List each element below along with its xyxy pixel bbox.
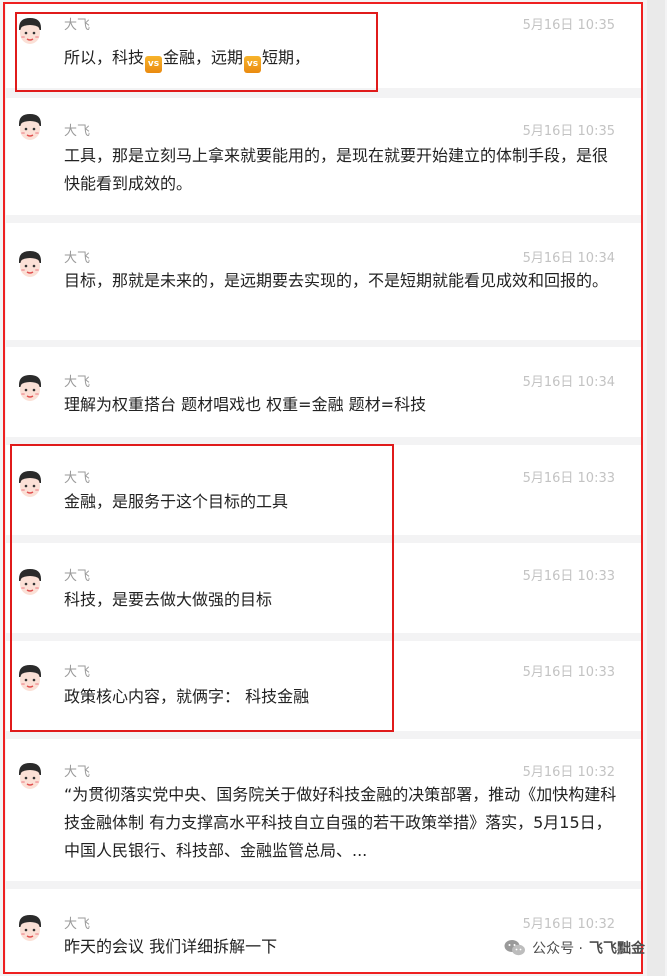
vs-badge-icon: vs [244,56,262,73]
avatar [19,375,41,401]
message-time: 5月16日 10:33 [522,665,615,680]
message-text: 目标，那就是未来的，是远期要去实现的，不是短期就能看见成效和回报的。 [64,271,609,290]
avatar [19,665,41,691]
message-time: 5月16日 10:34 [522,375,615,390]
message-text: 所以，科技 vs 金融，远期 vs 短期， [64,44,619,73]
sender-name: 大飞 [64,124,91,139]
avatar [19,18,41,44]
wechat-icon [504,940,526,956]
text-part: 金融，远期 [163,48,244,67]
message-item[interactable]: 大飞 5月16日 10:33 政策核心内容，就俩字： 科技金融 [6,641,643,731]
avatar [19,251,41,277]
message-item[interactable]: 大飞 5月16日 10:34 理解为权重搭台 题材唱戏也 权重=金融 题材=科技 [6,347,643,437]
message-item[interactable]: 大飞 5月16日 10:33 金融，是服务于这个目标的工具 [6,445,643,535]
sender-name: 大飞 [64,665,91,680]
message-item[interactable]: 大飞 5月16日 10:35 所以，科技 vs 金融，远期 vs 短期， [6,2,643,88]
message-item[interactable]: 大飞 5月16日 10:32 “为贯彻落实党中央、国务院关于做好科技金融的决策部… [6,739,643,881]
sender-name: 大飞 [64,569,91,584]
sender-name: 大飞 [64,765,91,780]
message-text: 理解为权重搭台 题材唱戏也 权重=金融 题材=科技 [64,395,427,414]
sender-name: 大飞 [64,917,91,932]
message-text: 科技，是要去做大做强的目标 [64,590,273,609]
text-part: 所以，科技 [64,48,145,67]
message-item[interactable]: 大飞 5月16日 10:35 工具，那是立刻马上拿来就要能用的，是现在就要开始建… [6,98,643,215]
text-part: 短期， [262,48,311,67]
message-text: 工具，那是立刻马上拿来就要能用的，是现在就要开始建立的体制手段，是很快能看到成效… [64,146,609,193]
watermark-prefix: 公众号 · [532,941,583,957]
avatar [19,569,41,595]
avatar [19,763,41,789]
message-text: 金融，是服务于这个目标的工具 [64,492,289,511]
vs-badge-icon: vs [145,56,163,73]
message-time: 5月16日 10:32 [522,765,615,780]
message-item[interactable]: 大飞 5月16日 10:33 科技，是要去做大做强的目标 [6,543,643,633]
message-time: 5月16日 10:33 [522,569,615,584]
watermark: 公众号 · 飞飞黜金 [504,938,645,958]
message-time: 5月16日 10:32 [522,917,615,932]
message-text: “为贯彻落实党中央、国务院关于做好科技金融的决策部署，推动《加快构建科技金融体制… [64,785,617,860]
sender-name: 大飞 [64,18,91,33]
message-time: 5月16日 10:34 [522,251,615,266]
avatar [19,915,41,941]
message-text: 政策核心内容，就俩字： 科技金融 [64,687,310,706]
message-time: 5月16日 10:35 [522,124,615,139]
scrollbar[interactable] [647,0,665,976]
message-time: 5月16日 10:35 [522,18,615,33]
watermark-account-name: 飞飞黜金 [589,941,645,957]
avatar [19,114,41,140]
sender-name: 大飞 [64,375,91,390]
avatar [19,471,41,497]
message-item[interactable]: 大飞 5月16日 10:32 昨天的会议 我们详细拆解一下 [6,889,643,974]
sender-name: 大飞 [64,471,91,486]
message-time: 5月16日 10:33 [522,471,615,486]
sender-name: 大飞 [64,251,91,266]
message-item[interactable]: 大飞 5月16日 10:34 目标，那就是未来的，是远期要去实现的，不是短期就能… [6,223,643,340]
